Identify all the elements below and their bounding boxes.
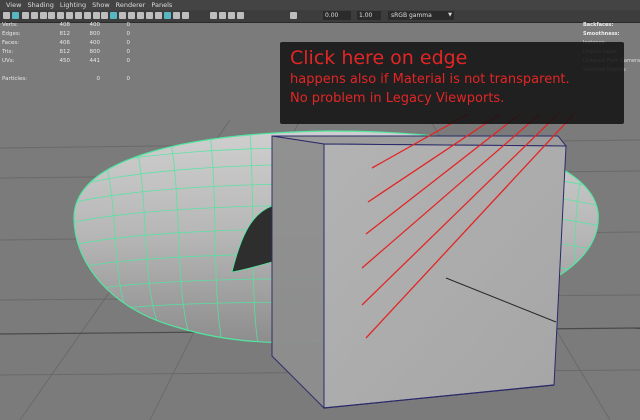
hud-stat-value: 800 [89,49,101,55]
hud-backfaces-label: Backfaces: [583,22,614,28]
hud-stat-label: UVs: [2,58,15,64]
hud-stat-value: 812 [59,31,71,37]
hud-stat-value: 0 [126,49,131,55]
hud-stat-value: 812 [59,49,71,55]
annotation-title: Click here on edge [290,47,468,69]
hud-row: UVs: 450 441 0 [2,58,142,67]
hud-stat-label: Edges: [2,31,21,37]
hud-stat-value: 406 [59,40,71,46]
hud-stat-value: 408 [59,22,71,28]
hud-stat-value: 800 [89,31,101,37]
hud-stat-label: Tris: [2,49,14,55]
hud-row [2,67,142,76]
cube-mesh[interactable] [271,135,568,410]
hud-smoothness-label: Smoothness: [583,31,620,37]
annotation-line-3: No problem in Legacy Viewports. [290,91,505,106]
hud-stat-label: Verts: [2,22,18,28]
hud-row: Particles: 0 0 [2,76,142,85]
hud-row: Edges: 812 800 0 [2,31,142,40]
hud-stat-value: 0 [96,76,101,82]
hud-stat-value: 0 [126,31,131,37]
hud-row: Tris: 812 800 0 [2,49,142,58]
hud-stat-value: 0 [126,40,131,46]
hud-stat-value: 0 [126,76,131,82]
maya-viewport-window: View Shading Lighting Show Renderer Pane… [0,0,640,420]
hud-stat-label: Particles: [2,76,28,82]
hud-row: Verts: 408 400 0 [2,22,142,31]
heads-up-poly-count: Verts: 408 400 0 Edges: 812 800 0 Faces: 406 400 0 T… [2,22,142,85]
hud-stat-value: 0 [126,22,131,28]
hud-stat-value: 450 [59,58,71,64]
hud-stat-value: 441 [89,58,101,64]
hud-stat-label: Faces: [2,40,20,46]
hud-stat-value: 400 [89,22,101,28]
hud-row: Faces: 406 400 0 [2,40,142,49]
annotation-line-2: happens also if Material is not transpar… [290,72,570,87]
annotation-callout: Click here on edge happens also if Mater… [280,42,624,124]
hud-stat-value: 0 [126,58,131,64]
hud-stat-value: 400 [89,40,101,46]
